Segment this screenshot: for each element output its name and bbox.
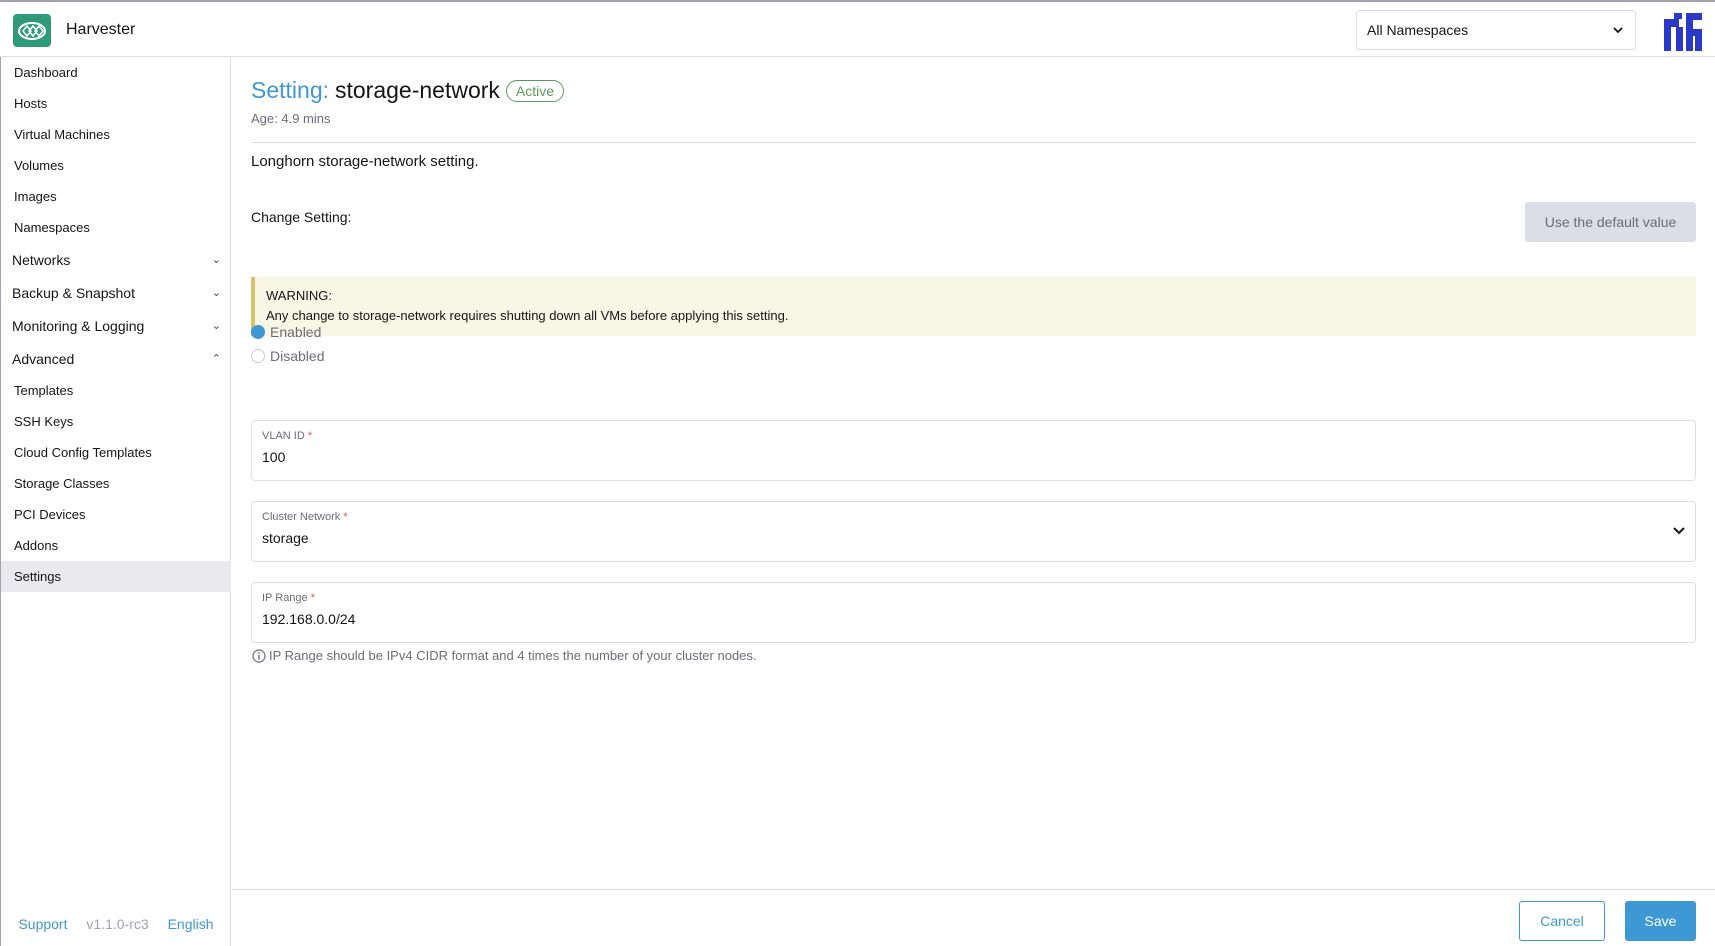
- sidebar-item-volumes[interactable]: Volumes: [1, 150, 231, 181]
- chevron-down-icon[interactable]: [1671, 522, 1687, 538]
- sidebar-item-label: Advanced: [12, 350, 75, 367]
- info-icon: [252, 648, 266, 663]
- cluster-network-value: storage: [262, 530, 309, 546]
- sidebar-item-images[interactable]: Images: [1, 181, 231, 212]
- namespace-select-value: All Namespaces: [1367, 22, 1469, 38]
- vlan-id-input[interactable]: 100: [262, 449, 1685, 465]
- title-name: storage-network: [335, 77, 500, 103]
- warning-title: WARNING:: [266, 288, 332, 303]
- cluster-network-label-text: Cluster Network: [262, 511, 341, 523]
- sidebar-footer: Support v1.1.0-rc3 English: [1, 916, 231, 932]
- sidebar-item-dashboard[interactable]: Dashboard: [1, 57, 231, 88]
- save-button[interactable]: Save: [1625, 901, 1696, 941]
- sidebar-item-label: Images: [14, 189, 57, 204]
- vlan-id-field[interactable]: VLAN ID * 100: [251, 420, 1696, 481]
- title-prefix: Setting:: [251, 77, 329, 103]
- warning-text: Any change to storage-network requires s…: [266, 308, 789, 323]
- sidebar-item-label: Hosts: [14, 96, 48, 111]
- sidebar-item-label: Virtual Machines: [14, 127, 110, 142]
- status-badge: Active: [505, 79, 565, 102]
- warning-banner: WARNING: Any change to storage-network r…: [251, 277, 1696, 336]
- sidebar-item-label: Dashboard: [14, 65, 78, 80]
- sidebar-item-label: Templates: [14, 383, 74, 398]
- vlan-id-label-text: VLAN ID: [262, 430, 305, 442]
- sidebar: Dashboard Hosts Virtual Machines Volumes…: [0, 57, 231, 946]
- age-label: Age: 4.9 mins: [251, 111, 331, 126]
- radio-disabled-label: Disabled: [270, 348, 325, 364]
- app-title: Harvester: [66, 21, 136, 38]
- chevron-down-icon: [1613, 27, 1623, 34]
- chevron-down-icon: ⌄: [211, 254, 221, 266]
- brand-icon[interactable]: [1664, 13, 1702, 51]
- ip-range-field[interactable]: IP Range * 192.168.0.0/24: [251, 582, 1696, 643]
- sidebar-item-label: Backup & Snapshot: [12, 284, 135, 301]
- radio-enabled-label: Enabled: [270, 324, 322, 340]
- radio-enabled[interactable]: Enabled: [251, 324, 321, 340]
- ip-range-hint-text: IP Range should be IPv4 CIDR format and …: [269, 648, 757, 663]
- sidebar-item-label: Networks: [12, 251, 71, 268]
- sidebar-item-label: SSH Keys: [14, 414, 74, 429]
- sidebar-group-monitoring-logging[interactable]: Monitoring & Logging ⌄: [1, 310, 231, 341]
- required-marker: *: [343, 511, 348, 523]
- sidebar-item-virtual-machines[interactable]: Virtual Machines: [1, 119, 231, 150]
- page-title: Setting: storage-network Active: [251, 77, 565, 104]
- sidebar-item-templates[interactable]: Templates: [1, 375, 231, 406]
- support-link[interactable]: Support: [18, 916, 67, 932]
- language-link[interactable]: English: [168, 916, 214, 932]
- sidebar-item-label: Cloud Config Templates: [14, 445, 152, 460]
- action-footer: Cancel Save: [232, 889, 1715, 946]
- sidebar-item-label: Monitoring & Logging: [12, 317, 145, 334]
- main-content: Setting: storage-network Active Age: 4.9…: [232, 57, 1715, 889]
- cluster-network-select[interactable]: Cluster Network * storage: [251, 501, 1696, 562]
- sidebar-group-backup-snapshot[interactable]: Backup & Snapshot ⌄: [1, 277, 231, 308]
- sidebar-group-advanced[interactable]: Advanced ⌃: [1, 343, 231, 374]
- chevron-up-icon: ⌃: [211, 353, 221, 365]
- sidebar-item-label: Addons: [14, 538, 59, 553]
- sidebar-item-addons[interactable]: Addons: [1, 530, 231, 561]
- radio-disabled[interactable]: Disabled: [251, 348, 324, 364]
- ip-range-label-text: IP Range: [262, 592, 308, 604]
- vlan-id-label: VLAN ID *: [262, 430, 1685, 442]
- ip-range-hint: IP Range should be IPv4 CIDR format and …: [252, 648, 757, 663]
- harvester-logo-icon[interactable]: [13, 14, 51, 47]
- namespace-select[interactable]: All Namespaces: [1356, 10, 1636, 50]
- required-marker: *: [307, 430, 313, 442]
- sidebar-item-label: Namespaces: [14, 220, 90, 235]
- chevron-down-icon: ⌄: [211, 287, 221, 299]
- chevron-down-icon: ⌄: [211, 320, 221, 332]
- sidebar-item-settings[interactable]: Settings: [1, 561, 231, 592]
- use-default-value-button[interactable]: Use the default value: [1525, 202, 1696, 242]
- sidebar-item-hosts[interactable]: Hosts: [1, 88, 231, 119]
- sidebar-item-storage-classes[interactable]: Storage Classes: [1, 468, 231, 499]
- change-setting-label: Change Setting:: [251, 209, 352, 225]
- sidebar-item-namespaces[interactable]: Namespaces: [1, 212, 231, 243]
- sidebar-group-networks[interactable]: Networks ⌄: [1, 244, 231, 275]
- sidebar-item-label: PCI Devices: [14, 507, 86, 522]
- sidebar-item-label: Settings: [14, 569, 61, 584]
- radio-unchecked-icon[interactable]: [251, 349, 265, 363]
- sidebar-item-pci-devices[interactable]: PCI Devices: [1, 499, 231, 530]
- top-header: Harvester All Namespaces: [0, 0, 1715, 57]
- sidebar-item-label: Storage Classes: [14, 476, 110, 491]
- sidebar-item-ssh-keys[interactable]: SSH Keys: [1, 406, 231, 437]
- version-label: v1.1.0-rc3: [86, 916, 149, 932]
- required-marker: *: [310, 592, 316, 604]
- sidebar-item-label: Volumes: [14, 158, 64, 173]
- setting-description: Longhorn storage-network setting.: [251, 153, 479, 170]
- radio-checked-icon[interactable]: [251, 325, 265, 339]
- cluster-network-label: Cluster Network *: [262, 511, 1685, 523]
- sidebar-item-cloud-config-templates[interactable]: Cloud Config Templates: [1, 437, 231, 468]
- cancel-button[interactable]: Cancel: [1519, 901, 1605, 941]
- ip-range-input[interactable]: 192.168.0.0/24: [262, 611, 1685, 627]
- divider: [251, 142, 1696, 143]
- ip-range-label: IP Range *: [262, 592, 1685, 604]
